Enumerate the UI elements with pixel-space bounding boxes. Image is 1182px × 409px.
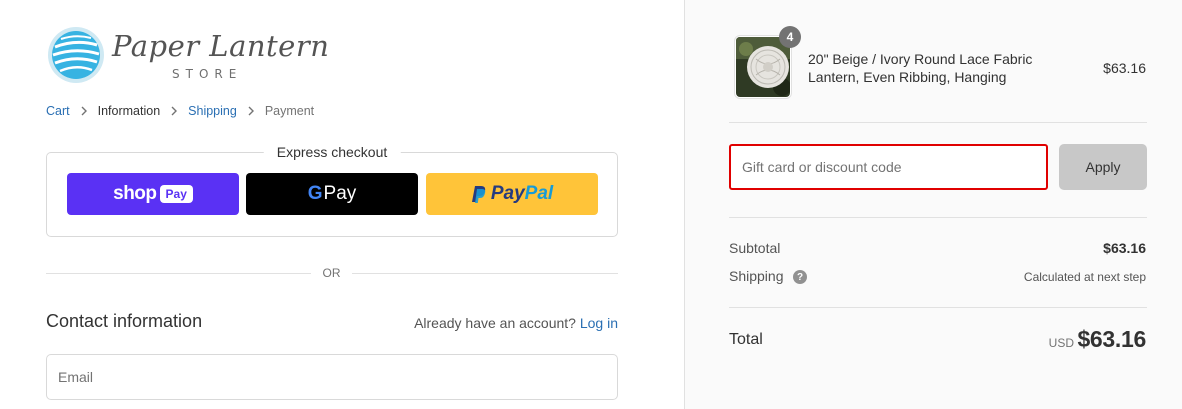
order-summary-sidebar: 4 20" Beige / Ivory Round Lace Fabric La… (684, 0, 1182, 409)
google-pay-button[interactable]: G Pay (246, 173, 418, 215)
shipping-label: Shipping (729, 268, 784, 284)
lace-lantern-image (736, 37, 790, 97)
chevron-right-icon (171, 106, 178, 116)
chevron-right-icon (81, 106, 87, 116)
google-g-icon: G (307, 183, 323, 204)
quantity-badge: 4 (779, 26, 801, 48)
subtotal-value: $63.16 (1103, 240, 1146, 256)
contact-information-heading: Contact information (46, 311, 203, 331)
lantern-logo-icon (48, 27, 104, 83)
google-pay-label: Pay (323, 183, 357, 204)
checkout-main: Paper Lantern STORE Cart Information Shi… (0, 0, 684, 409)
paypal-logo-pay: Pay (490, 183, 525, 204)
shop-pay-button[interactable]: shop Pay (67, 173, 239, 215)
product-name: 20" Beige / Ivory Round Lace Fabric Lant… (808, 51, 1033, 85)
total-currency: USD (1048, 336, 1074, 350)
shipping-value: Calculated at next step (1023, 270, 1146, 284)
express-checkout-title: Express checkout (263, 144, 401, 160)
shop-pay-logo-word: shop (113, 183, 157, 204)
login-link[interactable]: Log in (580, 315, 618, 331)
account-prompt-text: Already have an account? (414, 315, 576, 331)
divider-line (46, 273, 311, 274)
paypal-button[interactable]: Pay Pal (426, 173, 598, 215)
email-field[interactable] (46, 354, 618, 400)
divider-line (729, 307, 1147, 308)
total-label: Total (729, 331, 763, 348)
breadcrumb-information: Information (97, 104, 161, 118)
total-amount: $63.16 (1077, 326, 1146, 352)
paypal-p-icon (471, 185, 486, 203)
breadcrumb-payment: Payment (264, 104, 315, 118)
breadcrumb-cart[interactable]: Cart (46, 104, 70, 118)
subtotal-label: Subtotal (729, 240, 781, 256)
product-price: $63.16 (1103, 60, 1146, 76)
apply-discount-button[interactable]: Apply (1059, 144, 1147, 190)
chevron-right-icon (248, 106, 254, 116)
breadcrumb: Cart Information Shipping Payment (46, 104, 314, 118)
discount-code-input[interactable] (729, 144, 1048, 190)
breadcrumb-shipping[interactable]: Shipping (188, 104, 237, 118)
logo-wordmark: Paper Lantern (112, 29, 330, 63)
shop-pay-logo-pill: Pay (159, 185, 193, 203)
divider-line (352, 273, 618, 274)
or-divider-text: OR (322, 266, 341, 280)
store-logo[interactable]: Paper Lantern STORE (46, 25, 330, 85)
logo-subtitle: STORE (172, 67, 243, 81)
account-prompt: Already have an account? Log in (414, 315, 618, 331)
product-thumbnail: 4 (734, 26, 801, 99)
divider-line (729, 217, 1147, 218)
paypal-logo-pal: Pal (524, 183, 554, 204)
question-circle-icon[interactable]: ? (793, 270, 807, 284)
express-checkout: Express checkout shop Pay G Pay Pay Pal (46, 144, 618, 237)
divider-line (729, 122, 1147, 123)
